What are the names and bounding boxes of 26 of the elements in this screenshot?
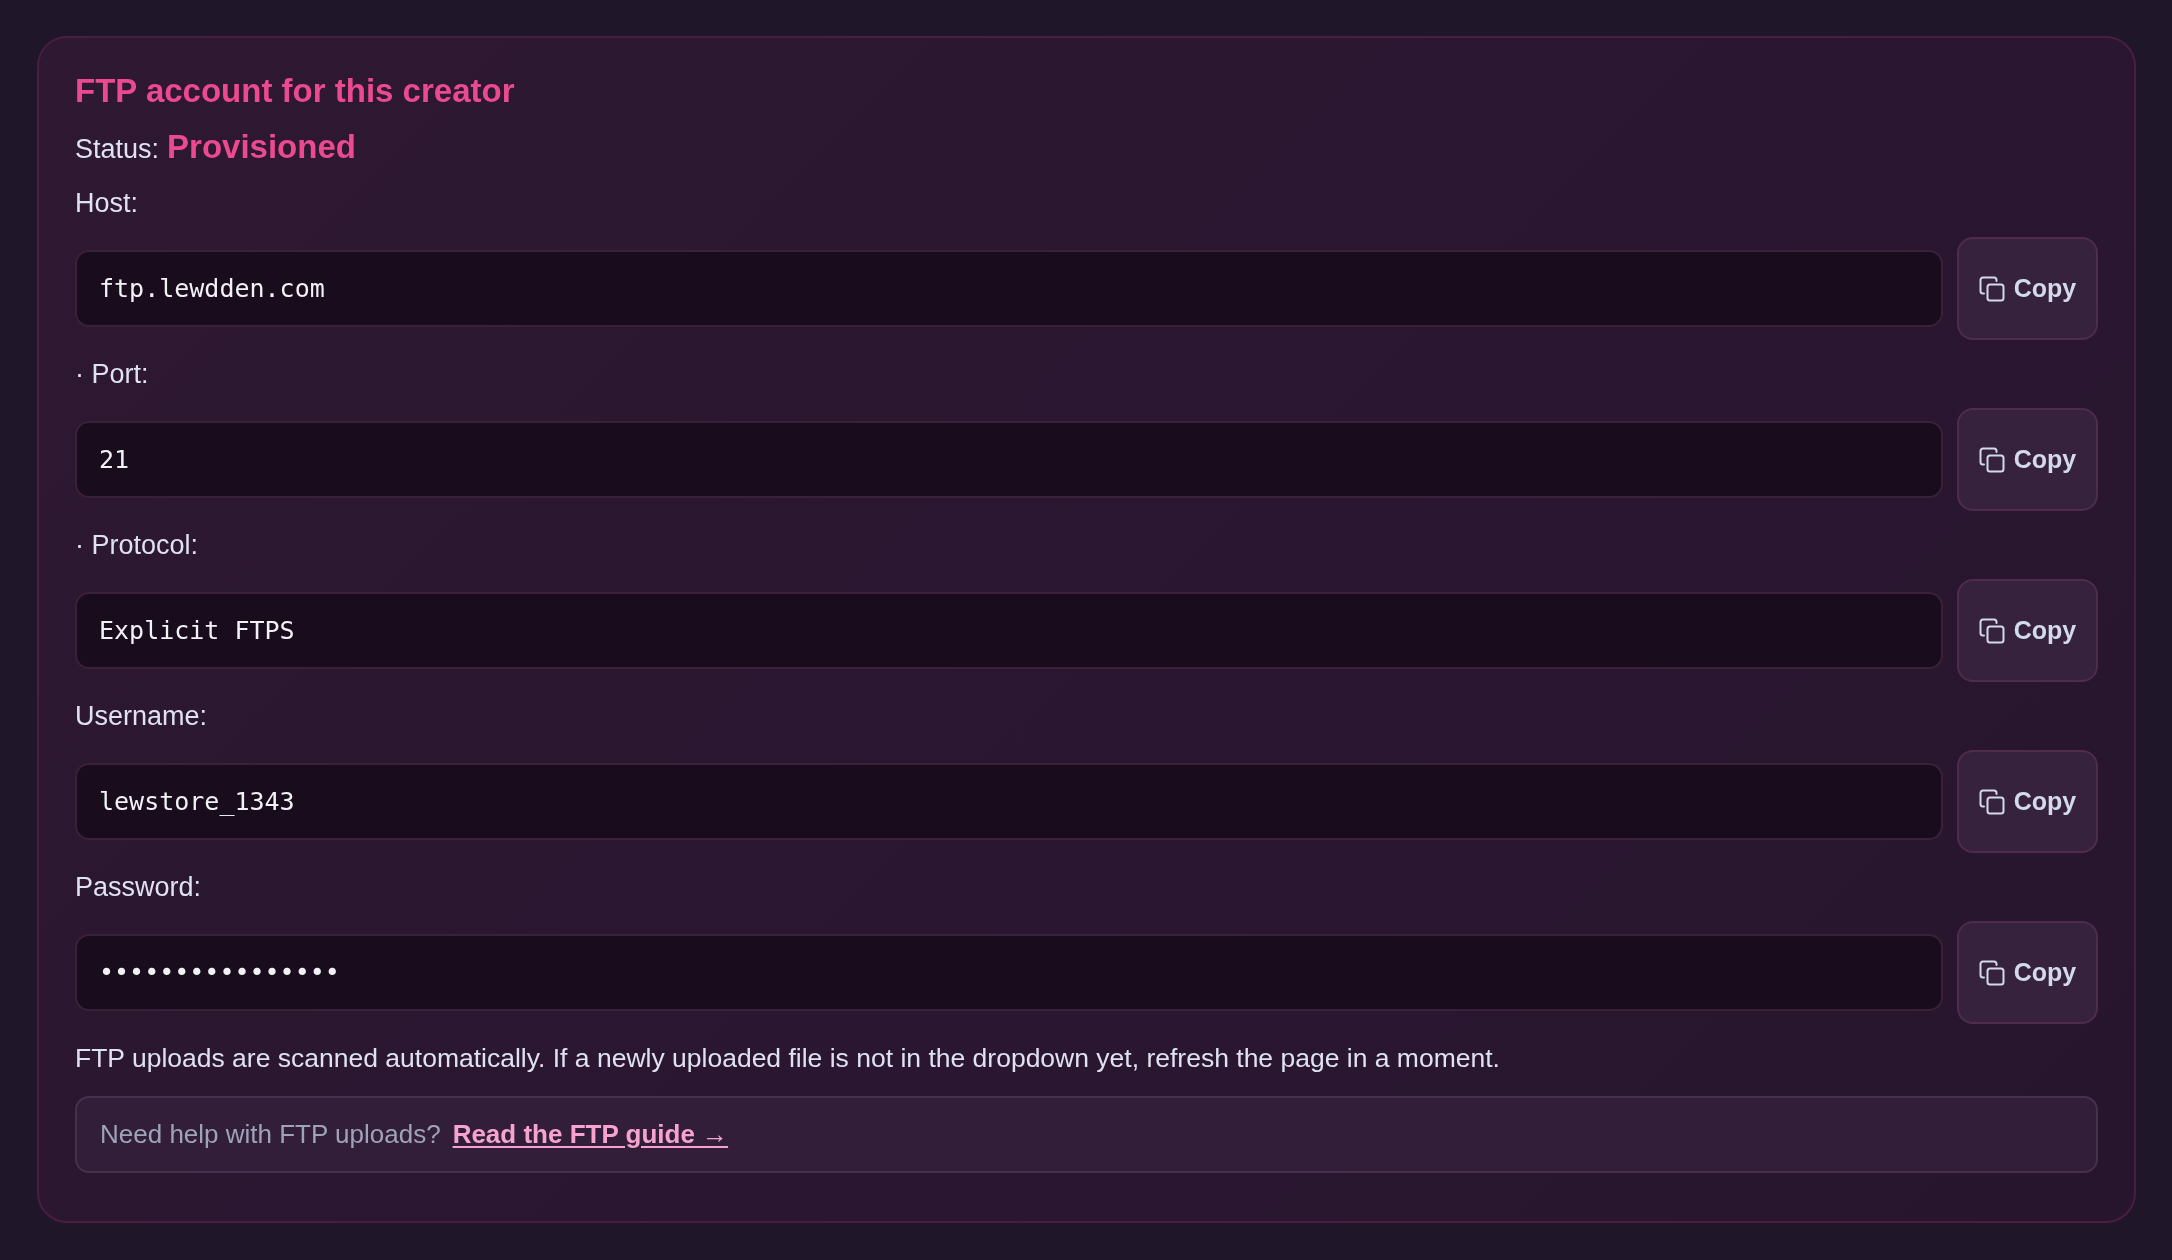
help-text: Need help with FTP uploads? <box>100 1119 441 1150</box>
text-field[interactable]: lewstore_1343 <box>75 763 1943 840</box>
copy-icon <box>1978 959 2005 986</box>
text-field[interactable]: Explicit FTPS <box>75 592 1943 669</box>
copy-icon <box>1978 446 2005 473</box>
status-value: Provisioned <box>167 127 356 167</box>
field-label: · Port: <box>75 358 150 391</box>
copy-button[interactable]: Copy <box>1957 408 2098 511</box>
copy-button[interactable]: Copy <box>1957 921 2098 1024</box>
field-label: Host: <box>75 187 140 220</box>
copy-icon <box>1978 275 2005 302</box>
field-label: Password: <box>75 871 203 904</box>
copy-button[interactable]: Copy <box>1957 750 2098 853</box>
field-label: Username: <box>75 700 209 733</box>
text-field[interactable]: 21 <box>75 421 1943 498</box>
copy-button[interactable]: Copy <box>1957 237 2098 340</box>
copy-icon <box>1978 617 2005 644</box>
guide-link[interactable]: Read the FTP guide → <box>452 1119 729 1150</box>
status-label: Status: <box>75 133 160 166</box>
note-text: FTP uploads are scanned automatically. If a newly uploaded file is not in the dropdown yet, refresh the page in a moment. <box>75 1042 1501 1075</box>
copy-icon <box>1978 788 2005 815</box>
text-field[interactable]: •••••••••••••••• <box>75 934 1943 1011</box>
text-field[interactable]: ftp.lewdden.com <box>75 250 1943 327</box>
card-title: FTP account for this creator <box>75 73 516 109</box>
field-label: · Protocol: <box>75 529 200 562</box>
copy-button[interactable]: Copy <box>1957 579 2098 682</box>
